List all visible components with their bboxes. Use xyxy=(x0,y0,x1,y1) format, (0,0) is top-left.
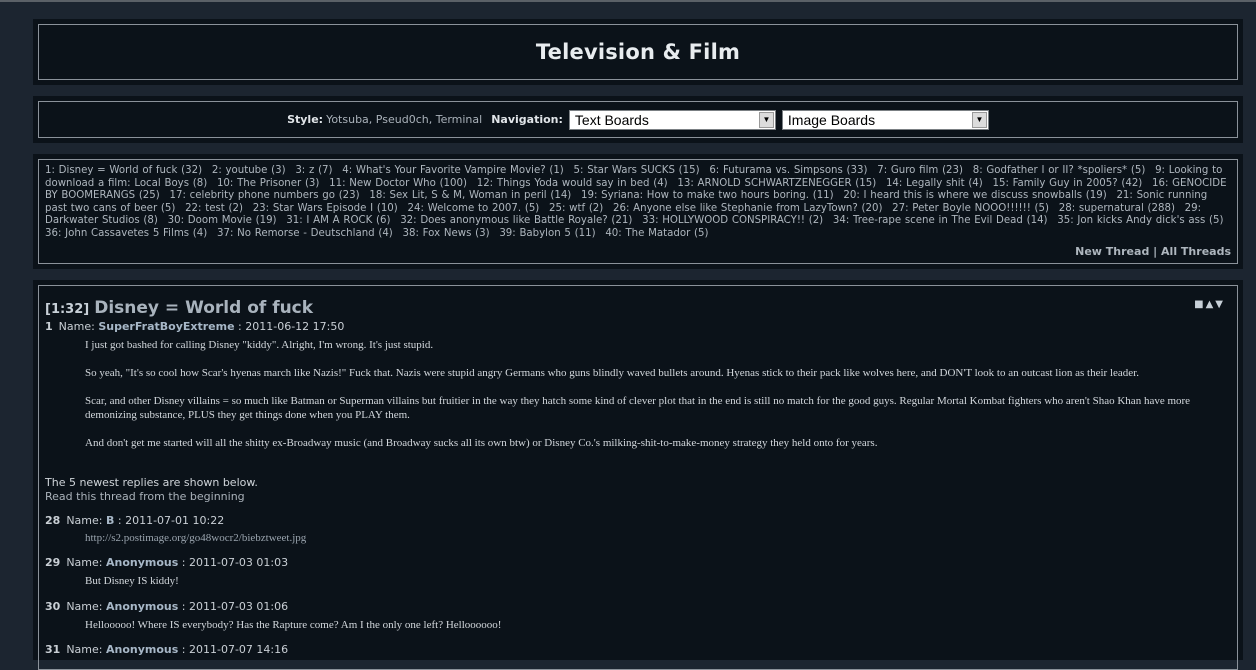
thread-link[interactable]: 6: Futurama vs. Simpsons (33) xyxy=(709,165,867,176)
thread-list-frame: 1: Disney = World of fuck (32) 2: youtub… xyxy=(38,159,1238,264)
thread-link[interactable]: 38: Fox News (3) xyxy=(403,228,490,239)
post-body: Hellooooo! Where IS everybody? Has the R… xyxy=(85,619,502,631)
thread-header: [1:32] Disney = World of fuck xyxy=(45,298,313,318)
thread-link[interactable]: 37: No Remorse - Deutschland (4) xyxy=(217,228,393,239)
thread-link[interactable]: 4: What's Your Favorite Vampire Movie? (… xyxy=(342,165,564,176)
image-boards-select[interactable]: Image Boards ▼ xyxy=(781,109,989,130)
nav-frame: Style: Yotsuba, Pseud0ch, Terminal Navig… xyxy=(38,101,1238,138)
poster-name: Anonymous xyxy=(105,600,179,613)
thread-link[interactable]: 17: celebrity phone numbers go (23) xyxy=(169,190,359,201)
thread-link[interactable]: 27: Peter Boyle NOOO!!!!!! (5) xyxy=(892,203,1049,214)
thread-link[interactable]: 23: Star Wars Episode I (10) xyxy=(253,203,398,214)
style-link-terminal[interactable]: Terminal xyxy=(436,113,483,126)
thread-link[interactable]: 8: Godfather I or II? *spoliers* (5) xyxy=(973,165,1146,176)
thread-link[interactable]: 15: Family Guy in 2005? (42) xyxy=(993,178,1143,189)
post-date: : 2011-07-03 01:03 xyxy=(181,556,289,569)
post-date: : 2011-06-12 17:50 xyxy=(238,320,345,333)
post-header: 30 Name: Anonymous : 2011-07-03 01:06 xyxy=(45,600,289,613)
thread-link[interactable]: 25: wtf (2) xyxy=(549,203,603,214)
style-link-pseud0ch[interactable]: Pseud0ch xyxy=(376,113,429,126)
thread-controls[interactable]: ■▲▼ xyxy=(1194,299,1225,310)
list-actions: New Thread | All Threads xyxy=(1075,245,1231,258)
thread-link[interactable]: 14: Legally shit (4) xyxy=(886,178,983,189)
post-body: http://s2.postimage.org/go48wocr2/biebzt… xyxy=(85,532,307,544)
poster-name: B xyxy=(105,514,115,527)
post-date: : 2011-07-03 01:06 xyxy=(181,600,289,613)
style-link-yotsuba[interactable]: Yotsuba xyxy=(326,113,369,126)
page-title: Television & Film xyxy=(535,40,741,64)
thread-link[interactable]: 34: Tree-rape scene in The Evil Dead (14… xyxy=(833,215,1048,226)
title-frame: Television & Film xyxy=(38,24,1238,80)
post: 1 Name: SuperFratBoyExtreme : 2011-06-12 … xyxy=(45,320,1217,464)
poster-name: SuperFratBoyExtreme xyxy=(98,320,235,333)
text-boards-select[interactable]: Text Boards ▼ xyxy=(568,109,776,130)
thread-link[interactable]: 7: Guro film (23) xyxy=(877,165,963,176)
post-number[interactable]: 1 xyxy=(45,320,53,333)
thread-link[interactable]: 35: Jon kicks Andy dick's ass (5) xyxy=(1057,215,1223,226)
thread-link[interactable]: 28: supernatural (288) xyxy=(1059,203,1175,214)
poster-name: Anonymous xyxy=(105,556,179,569)
replies-note: The 5 newest replies are shown below. Re… xyxy=(45,476,258,504)
thread-link[interactable]: 22: test (2) xyxy=(185,203,243,214)
post-header: 1 Name: SuperFratBoyExtreme : 2011-06-12 … xyxy=(45,320,345,333)
thread-title[interactable]: Disney = World of fuck xyxy=(94,298,313,318)
down-arrow-icon[interactable]: ▼ xyxy=(1215,299,1225,310)
thread-link[interactable]: 39: Babylon 5 (11) xyxy=(499,228,595,239)
dropdown-arrow-icon[interactable]: ▼ xyxy=(971,111,987,128)
thread-link[interactable]: 11: New Doctor Who (100) xyxy=(329,178,467,189)
post: 30 Name: Anonymous : 2011-07-03 01:06 Hel… xyxy=(45,600,1217,646)
thread-link[interactable]: 3: z (7) xyxy=(295,165,332,176)
post-number[interactable]: 28 xyxy=(45,514,60,527)
thread-link[interactable]: 13: ARNOLD SCHWARTZENEGGER (15) xyxy=(677,178,876,189)
thread-list-panel: 1: Disney = World of fuck (32) 2: youtub… xyxy=(33,154,1243,269)
post-body: But Disney IS kiddy! xyxy=(85,575,179,587)
post-date: : 2011-07-01 10:22 xyxy=(117,514,225,527)
thread-link[interactable]: 20: I heard this is where we discuss sno… xyxy=(843,190,1106,201)
thread-frame: [1:32] Disney = World of fuck ■▲▼ 1 Name:… xyxy=(38,285,1238,670)
thread-panel: [1:32] Disney = World of fuck ■▲▼ 1 Name:… xyxy=(33,280,1243,670)
dropdown-arrow-icon[interactable]: ▼ xyxy=(758,111,774,128)
thread-link[interactable]: 40: The Matador (5) xyxy=(605,228,708,239)
thread-link[interactable]: 36: John Cassavetes 5 Films (4) xyxy=(45,228,207,239)
post-number[interactable]: 29 xyxy=(45,556,60,569)
all-threads-link[interactable]: All Threads xyxy=(1161,245,1231,258)
post: 29 Name: Anonymous : 2011-07-03 01:03 But… xyxy=(45,556,1217,602)
thread-link[interactable]: 33: HOLLYWOOD CONSPIRACY!! (2) xyxy=(642,215,823,226)
thread-link[interactable]: 18: Sex Lit, S & M, Woman in peril (14) xyxy=(369,190,571,201)
post-header: 28 Name: B : 2011-07-01 10:22 xyxy=(45,514,225,527)
thread-link[interactable]: 26: Anyone else like Stephanie from Lazy… xyxy=(613,203,882,214)
style-label: Style: xyxy=(287,113,324,126)
thread-link[interactable]: 5: Star Wars SUCKS (15) xyxy=(574,165,700,176)
thread-list: 1: Disney = World of fuck (32) 2: youtub… xyxy=(45,165,1231,241)
read-from-beginning-link[interactable]: Read this thread from the beginning xyxy=(45,490,258,504)
post-number[interactable]: 30 xyxy=(45,600,60,613)
thread-link[interactable]: 19: Syriana: How to make two hours borin… xyxy=(581,190,834,201)
collapse-square-icon[interactable]: ■ xyxy=(1194,299,1205,310)
post: 28 Name: B : 2011-07-01 10:22 http://s2.p… xyxy=(45,514,1217,559)
post-body: I just got bashed for calling Disney "ki… xyxy=(85,339,1191,449)
thread-link[interactable]: 32: Does anonymous like Battle Royale? (… xyxy=(400,215,632,226)
thread-link[interactable]: 24: Welcome to 2007. (5) xyxy=(408,203,540,214)
up-arrow-icon[interactable]: ▲ xyxy=(1206,299,1216,310)
thread-link[interactable]: 10: The Prisoner (3) xyxy=(217,178,319,189)
thread-link[interactable]: 12: Things Yoda would say in bed (4) xyxy=(477,178,668,189)
nav-panel: Style: Yotsuba, Pseud0ch, Terminal Navig… xyxy=(33,96,1243,143)
new-thread-link[interactable]: New Thread xyxy=(1075,245,1149,258)
thread-number: [1:32] xyxy=(45,302,90,317)
thread-link[interactable]: 2: youtube (3) xyxy=(212,165,286,176)
thread-link[interactable]: 30: Doom Movie (19) xyxy=(168,215,277,226)
thread-link[interactable]: 1: Disney = World of fuck (32) xyxy=(45,165,202,176)
thread-link[interactable]: 31: I AM A ROCK (6) xyxy=(286,215,390,226)
post-header: 29 Name: Anonymous : 2011-07-03 01:03 xyxy=(45,556,289,569)
title-panel: Television & Film xyxy=(33,19,1243,85)
navigation-label: Navigation: xyxy=(491,113,563,126)
